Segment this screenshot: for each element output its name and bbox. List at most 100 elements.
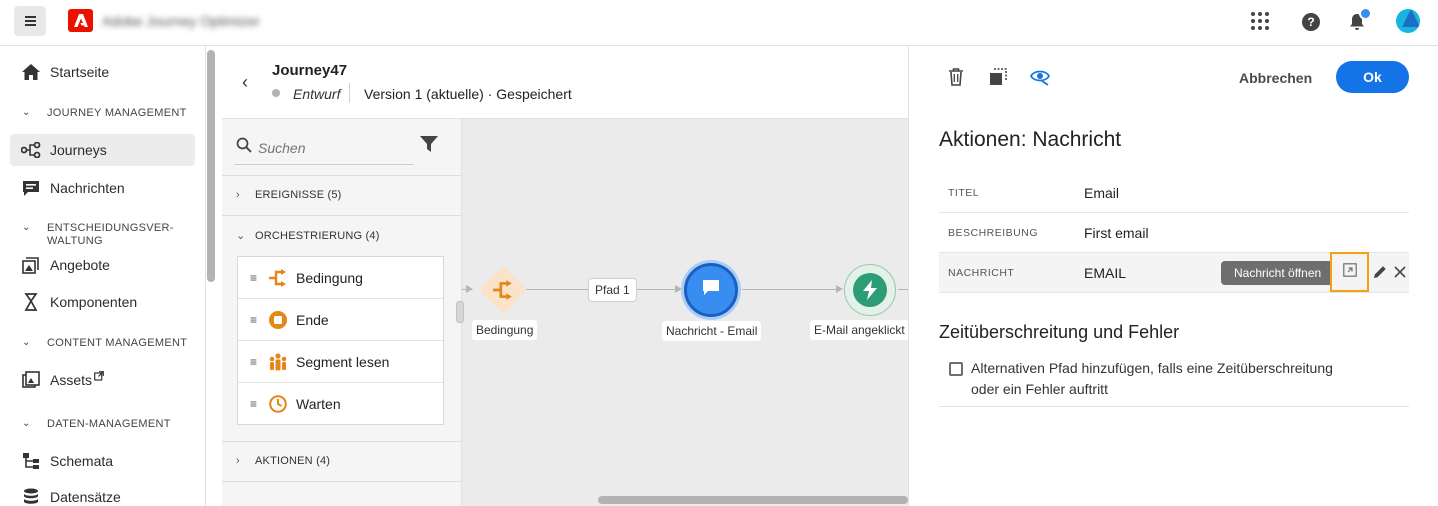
section-decisioning[interactable]: ⌄ ENTSCHEIDUNGSVER- WALTUNG [22,222,174,248]
chevron-down-icon: ⌄ [22,107,31,118]
sidebar: Startseite ⌄ JOURNEY MANAGEMENT Journeys… [0,46,206,506]
property-value: EMAIL [1084,265,1127,281]
sidebar-item-nachrichten[interactable]: Nachrichten [10,172,195,204]
message-node[interactable] [684,263,738,317]
segment-icon [268,352,288,372]
message-icon [20,178,42,198]
sidebar-item-startseite[interactable]: Startseite [10,56,195,88]
condition-node[interactable] [478,265,528,315]
wait-clock-icon [268,394,288,414]
palette-item-warten[interactable]: ≡ Warten [238,383,443,425]
connector-arrow-icon [836,285,843,293]
cancel-button[interactable]: Abbrechen [1227,62,1324,94]
condition-node-label: Bedingung [472,320,538,340]
panel-title: Aktionen: Nachricht [939,128,1122,151]
alternative-path-checkbox[interactable] [949,362,963,376]
chevron-down-icon: ⌄ [236,230,246,242]
chevron-right-icon: › [236,189,240,201]
sidebar-scrollbar[interactable] [207,50,215,282]
journey-title: Journey47 [272,62,348,79]
sidebar-item-datensaetze[interactable]: Datensätze [10,481,195,506]
external-link-icon [94,368,104,384]
palette-search [234,133,414,165]
journey-icon [20,140,42,160]
filter-icon[interactable] [420,136,438,158]
divider [349,83,350,103]
connector-arrow-icon [466,285,473,293]
sidebar-item-label: Startseite [50,64,110,80]
sidebar-item-label: Schemata [50,453,114,469]
condition-icon [492,279,514,301]
journey-canvas[interactable]: Pfad 1 Bedingung Nachricht - Email E-Mai… [456,118,909,506]
palette-item-segment-lesen[interactable]: ≡ Segment lesen [238,341,443,383]
section-data-management[interactable]: ⌄ DATEN-MANAGEMENT [22,418,171,431]
duplicate-icon[interactable] [987,66,1009,88]
event-node[interactable] [844,264,896,316]
sidebar-item-label: Datensätze [50,489,121,505]
section-journey-management[interactable]: ⌄ JOURNEY MANAGEMENT [22,107,187,120]
property-value: First email [1084,225,1149,241]
section-content-management[interactable]: ⌄ CONTENT MANAGEMENT [22,337,187,350]
property-row-title: TITEL Email [939,173,1409,213]
journey-header: ‹ Journey47 Entwurf Version 1 (aktuelle)… [222,46,908,118]
category-ereignisse[interactable]: › EREIGNISSE (5) [236,189,342,201]
lightning-icon [853,273,887,307]
divider [222,441,462,442]
app-title: Adobe Journey Optimizer [102,13,260,29]
palette-item-ende[interactable]: ≡ Ende [238,299,443,341]
schema-icon [20,451,42,471]
category-aktionen[interactable]: › AKTIONEN (4) [236,455,330,467]
adobe-logo[interactable] [68,9,93,32]
ok-button[interactable]: Ok [1336,61,1409,93]
open-message-button[interactable] [1330,252,1369,292]
drag-handle-icon[interactable]: ≡ [250,355,260,369]
edit-pencil-icon[interactable] [1371,263,1389,281]
property-key: BESCHREIBUNG [948,227,1039,239]
activity-properties-panel: Abbrechen Ok Aktionen: Nachricht TITEL E… [908,46,1438,506]
menu-icon[interactable] [14,6,46,36]
sidebar-item-assets[interactable]: Assets [10,364,195,396]
drag-handle-icon[interactable]: ≡ [250,313,260,327]
home-icon [20,62,42,82]
category-orchestrierung[interactable]: ⌄ ORCHESTRIERUNG (4) [236,229,380,243]
sidebar-item-label: Nachrichten [50,180,125,196]
sidebar-item-schemata[interactable]: Schemata [10,445,195,477]
section-title: Zeitüberschreitung und Fehler [939,322,1180,342]
open-in-icon [1342,262,1357,282]
back-chevron-icon[interactable]: ‹ [242,72,248,93]
canvas-horizontal-scrollbar[interactable] [598,496,908,504]
close-icon[interactable] [1391,263,1409,281]
connector-arrow-icon [675,285,682,293]
palette-item-bedingung[interactable]: ≡ Bedingung [238,257,443,299]
divider [939,406,1409,407]
top-bar: Adobe Journey Optimizer ? [0,0,1438,46]
user-avatar[interactable] [1396,9,1420,33]
search-icon [236,137,252,158]
panel-resize-handle[interactable] [456,301,464,323]
message-bubble-icon [702,279,720,301]
connector-line [898,289,908,290]
help-icon[interactable]: ? [1299,10,1323,34]
search-input[interactable] [258,137,408,159]
sidebar-item-angebote[interactable]: Angebote [10,249,195,281]
apps-grid-icon[interactable] [1251,12,1269,30]
assets-icon [20,370,42,390]
path-label[interactable]: Pfad 1 [588,278,637,302]
divider [222,215,462,216]
offers-icon [20,255,42,275]
sidebar-item-label: Assets [50,372,93,388]
sidebar-item-journeys[interactable]: Journeys [10,134,195,166]
delete-icon[interactable] [945,66,967,88]
divider [222,175,462,176]
sidebar-item-komponenten[interactable]: Komponenten [10,286,195,318]
drag-handle-icon[interactable]: ≡ [250,271,260,285]
components-icon [20,292,42,312]
chevron-down-icon: ⌄ [22,337,31,348]
checkbox-label[interactable]: Alternativen Pfad hinzufügen, falls eine… [971,358,1351,400]
sidebar-item-label: Journeys [50,142,107,158]
preview-eye-icon[interactable] [1029,66,1051,88]
datasets-icon [20,487,42,506]
sidebar-item-label: Angebote [50,257,110,273]
condition-icon [268,268,288,288]
drag-handle-icon[interactable]: ≡ [250,397,260,411]
